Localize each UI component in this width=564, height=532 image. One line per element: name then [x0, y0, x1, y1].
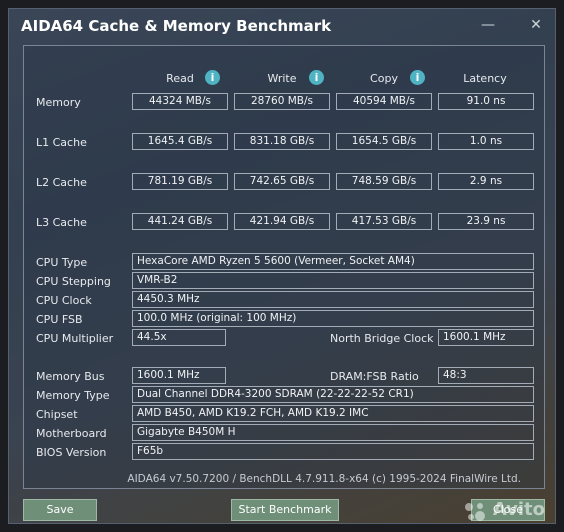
cpu-fsb-field: 100.0 MHz (original: 100 MHz)	[132, 310, 534, 327]
dram-fsb-ratio-label: DRAM:FSB Ratio	[330, 370, 419, 383]
memory-type-label: Memory Type	[36, 389, 110, 402]
memory-read-value: 44324 MB/s	[132, 93, 228, 110]
watermark-text: Avito	[492, 499, 545, 520]
row-label-l3: L3 Cache	[36, 216, 87, 229]
cpu-type-field: HexaCore AMD Ryzen 5 5600 (Vermeer, Sock…	[132, 253, 534, 270]
title-bar[interactable]: AIDA64 Cache & Memory Benchmark — ✕	[9, 9, 555, 45]
chipset-label: Chipset	[36, 408, 78, 421]
cpu-fsb-label: CPU FSB	[36, 313, 83, 326]
cpu-stepping-label: CPU Stepping	[36, 275, 111, 288]
l2-latency-value: 2.9 ns	[438, 173, 534, 190]
cpu-type-label: CPU Type	[36, 256, 88, 269]
bios-version-label: BIOS Version	[36, 446, 107, 459]
close-icon[interactable]: ✕	[523, 13, 549, 37]
avito-logo-icon	[464, 503, 485, 521]
cpu-stepping-field: VMR-B2	[132, 272, 534, 289]
row-label-l2: L2 Cache	[36, 176, 87, 189]
dram-fsb-ratio-field: 48:3	[438, 367, 534, 384]
cpu-multiplier-label: CPU Multiplier	[36, 332, 114, 345]
l2-write-value: 742.65 GB/s	[234, 173, 330, 190]
l1-copy-value: 1654.5 GB/s	[336, 133, 432, 150]
memory-bus-field: 1600.1 MHz	[132, 367, 226, 384]
info-icon[interactable]: i	[309, 70, 324, 85]
cpu-clock-field: 4450.3 MHz	[132, 291, 534, 308]
benchmark-window: AIDA64 Cache & Memory Benchmark — ✕ Read…	[8, 8, 556, 524]
results-panel: Read i Write i Copy i Latency Memory 443…	[23, 45, 545, 489]
memory-type-field: Dual Channel DDR4-3200 SDRAM (22-22-22-5…	[132, 386, 534, 403]
memory-copy-value: 40594 MB/s	[336, 93, 432, 110]
l3-read-value: 441.24 GB/s	[132, 213, 228, 230]
row-label-memory: Memory	[36, 96, 81, 109]
save-button[interactable]: Save	[23, 499, 97, 521]
info-icon[interactable]: i	[205, 70, 220, 85]
header-latency: Latency	[463, 72, 507, 85]
l3-write-value: 421.94 GB/s	[234, 213, 330, 230]
motherboard-label: Motherboard	[36, 427, 107, 440]
memory-latency-value: 91.0 ns	[438, 93, 534, 110]
north-bridge-clock-field: 1600.1 MHz	[438, 329, 534, 346]
cpu-clock-label: CPU Clock	[36, 294, 92, 307]
l2-read-value: 781.19 GB/s	[132, 173, 228, 190]
start-benchmark-button[interactable]: Start Benchmark	[231, 499, 339, 521]
row-label-l1: L1 Cache	[36, 136, 87, 149]
l3-latency-value: 23.9 ns	[438, 213, 534, 230]
avito-watermark: Avito	[464, 499, 545, 521]
l1-latency-value: 1.0 ns	[438, 133, 534, 150]
l1-read-value: 1645.4 GB/s	[132, 133, 228, 150]
chipset-field: AMD B450, AMD K19.2 FCH, AMD K19.2 IMC	[132, 405, 534, 422]
l1-write-value: 831.18 GB/s	[234, 133, 330, 150]
window-title: AIDA64 Cache & Memory Benchmark	[21, 17, 332, 35]
cpu-multiplier-field: 44.5x	[132, 329, 226, 346]
motherboard-field: Gigabyte B450M H	[132, 424, 534, 441]
version-footer: AIDA64 v7.50.7200 / BenchDLL 4.7.911.8-x…	[127, 473, 521, 485]
minimize-icon[interactable]: —	[475, 13, 501, 37]
bios-version-field: F65b	[132, 443, 534, 460]
l3-copy-value: 417.53 GB/s	[336, 213, 432, 230]
memory-write-value: 28760 MB/s	[234, 93, 330, 110]
memory-bus-label: Memory Bus	[36, 370, 105, 383]
l2-copy-value: 748.59 GB/s	[336, 173, 432, 190]
info-icon[interactable]: i	[410, 70, 425, 85]
north-bridge-clock-label: North Bridge Clock	[330, 332, 434, 345]
